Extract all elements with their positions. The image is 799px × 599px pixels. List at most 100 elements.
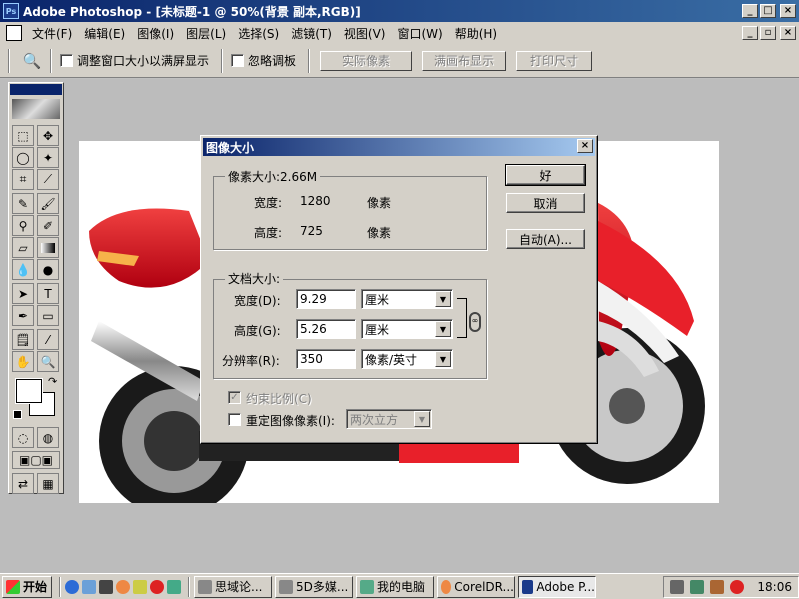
gradient-tool-icon[interactable] [37,237,59,258]
doc-width-unit-select[interactable]: 厘米 ▼ [361,289,453,309]
window-icon [198,579,212,594]
resolution-label: 分辨率(R): [222,354,280,368]
menu-file[interactable]: 文件(F) [26,25,78,42]
ignore-palettes-label: 忽略调板 [248,54,297,68]
path-selection-icon[interactable]: ➤ [12,283,34,304]
document-icon[interactable] [6,25,22,41]
desktop-icon[interactable] [99,579,113,594]
quick-mask-icon[interactable]: ◍ [37,427,59,448]
zoom-tool-icon[interactable]: 🔍 [37,351,59,372]
ignore-palettes-checkbox[interactable] [231,54,245,67]
menu-filter[interactable]: 滤镜(T) [285,25,338,42]
marquee-tool-icon[interactable]: ⬚ [12,125,34,146]
dropdown-arrow-icon[interactable]: ▼ [435,291,451,307]
ok-button[interactable]: 好 [505,164,586,186]
task-button[interactable]: 5D多媒... [275,575,353,598]
cancel-button[interactable]: 取消 [506,193,585,213]
eraser-tool-icon[interactable]: ▱ [12,237,34,258]
notepad-icon[interactable] [133,579,147,594]
menu-select[interactable]: 选择(S) [232,25,285,42]
menu-window[interactable]: 窗口(W) [391,25,448,42]
standard-mode-icon[interactable]: ◌ [12,427,34,448]
app-icon[interactable] [150,579,164,594]
doc-minimize-button[interactable]: _ [742,26,758,40]
volume-icon[interactable] [670,579,684,594]
task-button-photoshop[interactable]: Adobe P... [518,575,596,598]
close-button[interactable]: × [780,4,796,18]
doc-height-label: 高度(G): [234,324,281,338]
doc-height-unit-select[interactable]: 厘米 ▼ [361,319,453,339]
tray-app-icon[interactable] [730,579,744,594]
fit-on-screen-button[interactable]: 满画布显示 [422,50,507,71]
windows-logo-icon [6,579,20,594]
healing-brush-icon[interactable]: ✎ [12,193,34,214]
task-button[interactable]: 我的电脑 [356,575,434,598]
dropdown-arrow-icon[interactable]: ▼ [435,351,451,367]
brush-tool-icon[interactable]: 🖌 [37,193,59,214]
dialog-title-bar[interactable]: 图像大小 × [203,138,595,156]
foreground-color-swatch[interactable] [15,378,43,404]
minimize-button[interactable]: _ [742,4,758,18]
lasso-tool-icon[interactable]: ◯ [12,147,34,168]
imageready-icon[interactable]: ▦ [37,473,59,494]
resample-method-select[interactable]: 两次立方 ▼ [346,409,432,429]
screen-mode-icons[interactable]: ▣▢▣ [12,451,60,469]
doc-height-unit-value: 厘米 [365,322,390,337]
dropdown-arrow-icon[interactable]: ▼ [435,321,451,337]
notes-tool-icon[interactable]: 🗒 [12,329,34,350]
jump-to-imageready-icon[interactable]: ⇄ [12,473,34,494]
resample-checkbox[interactable] [228,413,241,426]
menu-layer[interactable]: 图层(L) [180,25,232,42]
resize-windows-checkbox[interactable] [60,54,73,67]
hand-tool-icon[interactable]: ✋ [12,351,34,372]
window-title: Adobe Photoshop - [未标题-1 @ 50%(背景 副本,RGB… [23,4,361,19]
slice-tool-icon[interactable]: ⟋ [37,169,59,190]
dropdown-arrow-icon[interactable]: ▼ [414,411,430,427]
task-button[interactable]: CorelDR... [437,575,515,598]
print-size-button[interactable]: 打印尺寸 [516,50,593,71]
maximize-button[interactable]: □ [760,4,776,18]
shape-tool-icon[interactable]: ▭ [37,305,59,326]
doc-width-input[interactable]: 9.29 [296,289,356,309]
adobe-online-icon[interactable] [12,99,60,119]
doc-height-input[interactable]: 5.26 [296,319,356,339]
menu-view[interactable]: 视图(V) [338,25,392,42]
move-tool-icon[interactable]: ✥ [37,125,59,146]
resolution-input[interactable]: 350 [296,349,356,369]
menu-help[interactable]: 帮助(H) [449,25,503,42]
launch-icon[interactable] [167,579,181,594]
ie-icon[interactable] [65,579,79,594]
clone-stamp-icon[interactable]: ⚲ [12,215,34,236]
outlook-icon[interactable] [82,579,96,594]
ime-icon[interactable] [710,579,724,594]
eyedropper-tool-icon[interactable]: ⁄ [37,329,59,350]
doc-restore-button[interactable]: ▫ [760,26,776,40]
actual-pixels-button[interactable]: 实际像素 [320,50,413,71]
start-button[interactable]: 开始 [2,575,52,598]
color-swatches[interactable]: ↷ [12,375,60,423]
default-colors-icon[interactable] [13,410,22,419]
constrain-proportions-checkbox[interactable]: ✓ [228,391,241,404]
menu-edit[interactable]: 编辑(E) [78,25,131,42]
pen-tool-icon[interactable]: ✒ [12,305,34,326]
magic-wand-icon[interactable]: ✦ [37,147,59,168]
type-tool-icon[interactable]: T [37,283,59,304]
balloon-icon[interactable] [116,579,130,594]
auto-button[interactable]: 自动(A)... [506,229,585,249]
zoom-tool-icon[interactable]: 🔍 [20,49,44,73]
dialog-close-button[interactable]: × [577,139,593,153]
resolution-unit-select[interactable]: 像素/英寸 ▼ [361,349,453,369]
toolbox-title-bar[interactable] [10,84,62,95]
window-title-bar[interactable]: Ps Adobe Photoshop - [未标题-1 @ 50%(背景 副本,… [0,0,799,22]
grip[interactable] [8,48,10,73]
history-brush-icon[interactable]: ✐ [37,215,59,236]
doc-close-button[interactable]: × [780,26,796,40]
blur-tool-icon[interactable]: 💧 [12,259,34,280]
crop-tool-icon[interactable]: ⌗ [12,169,34,190]
swap-colors-icon[interactable]: ↷ [48,375,57,388]
task-button[interactable]: 思域论... [194,575,272,598]
menu-image[interactable]: 图像(I) [131,25,180,42]
photoshop-icon [522,579,534,594]
dodge-tool-icon[interactable]: ● [37,259,59,280]
network-icon[interactable] [690,579,704,594]
